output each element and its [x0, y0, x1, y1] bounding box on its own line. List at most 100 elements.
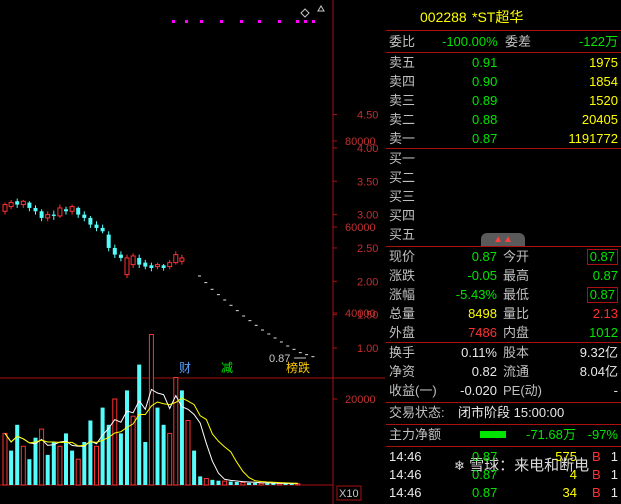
event-tag-finance[interactable]: 财 [179, 361, 191, 375]
ask-volume: 20405 [581, 112, 618, 127]
weibi-value: -100.00% [442, 34, 498, 49]
marker-dot [278, 20, 281, 23]
bid-label: 买五 [389, 227, 416, 242]
marker-dot [258, 20, 261, 23]
candle-body [143, 262, 148, 267]
ask-price: 0.88 [472, 112, 498, 127]
stat2-value: 0.82 [471, 364, 497, 379]
volume-bar [277, 483, 282, 486]
bid-label: 买二 [389, 170, 416, 185]
tick-row: 14:46 0.87 4 B 1 [386, 466, 621, 484]
diamond-icon[interactable] [300, 8, 310, 18]
candle-body [161, 265, 166, 268]
price-tick-label: 3.50 [357, 176, 378, 188]
ask-row: 卖五 0.91 1975 [386, 54, 621, 72]
stat-row: 现价 0.87 今开 0.87 [386, 248, 621, 266]
volume-bar [173, 377, 179, 486]
volume-bar [33, 437, 38, 485]
volume-bar [2, 432, 8, 486]
stat-label-2: 内盘 [503, 325, 530, 340]
volume-bar [88, 420, 93, 485]
stat-value-2: 0.87 [592, 268, 618, 283]
stat2-value: -0.020 [460, 383, 497, 398]
stat2-label-2: 流通 [503, 364, 530, 379]
price-tick-label: 2.00 [357, 276, 378, 288]
volume-bar [258, 482, 264, 486]
marker-dot [172, 20, 175, 23]
volume-bar [125, 390, 129, 485]
volume-bar [265, 483, 270, 485]
vol-tick-label: 40000 [345, 308, 376, 320]
weichai-label: 委差 [505, 34, 532, 49]
ask-price: 0.87 [472, 131, 498, 146]
stat2-value: 0.11% [461, 345, 497, 360]
tick-time: 14:46 [389, 467, 422, 482]
candle-body [167, 262, 173, 268]
candle-body [45, 214, 51, 219]
event-tag-reduce[interactable]: 减 [221, 361, 233, 375]
candle-body [57, 207, 63, 217]
marker-dot [240, 20, 243, 23]
tick-volume: 34 [562, 485, 577, 500]
stat-label-2: 量比 [503, 306, 530, 321]
ask-row: 卖三 0.89 1520 [386, 92, 621, 110]
stat2-row: 收益(一) -0.020 PE(动) - [386, 382, 621, 400]
stat-row: 总量 8498 量比 2.13 [386, 305, 621, 323]
kline-svg[interactable]: 4.504.003.503.002.502.001.501.00 8000060… [0, 0, 385, 504]
stat2-label-2: 股本 [503, 345, 530, 360]
volume-bar [70, 450, 75, 485]
stat2-label-2: PE(动) [503, 383, 543, 398]
trade-status-row: 交易状态: 闭市阶段 15:00:00 [386, 404, 621, 422]
tick-row: 14:46 0.87 34 B 1 [386, 484, 621, 502]
volume-bar [94, 445, 99, 486]
bid-row: 买一 [386, 150, 621, 168]
candle-body [112, 247, 117, 255]
candle-body [155, 264, 160, 268]
volume-bar [100, 407, 105, 485]
volume-bar [82, 442, 87, 485]
candle-body [94, 224, 99, 228]
stat-label: 涨幅 [389, 287, 416, 302]
volume-bar [228, 481, 233, 485]
stat-value-2: 0.87 [586, 249, 618, 265]
tick-row: 14:46 0.87 575 B 1 [386, 448, 621, 466]
volume-bar [234, 481, 239, 485]
stat-value-2: 2.13 [592, 306, 618, 321]
trade-status-value: 闭市阶段 15:00:00 [458, 405, 565, 420]
tick-side: B [592, 485, 601, 500]
volume-bar [75, 458, 81, 486]
tick-time: 14:46 [389, 449, 422, 464]
triangle-icon[interactable] [317, 5, 325, 12]
candle-body [64, 209, 68, 212]
volume-bar [216, 480, 221, 485]
candle-body [106, 234, 111, 248]
bid-label: 买三 [389, 189, 416, 204]
price-tick-label: 2.50 [357, 243, 378, 255]
marker-dot [312, 20, 315, 23]
volume-bar [192, 450, 197, 485]
mainflow-row: 主力净额 -71.68万 -97% [386, 426, 621, 444]
weibi-label: 委比 [389, 34, 416, 49]
stock-header: 002288 *ST超华 [386, 8, 621, 26]
stat-label-2: 今开 [503, 249, 530, 264]
bid-row: 买二 [386, 169, 621, 187]
tick-count: 1 [610, 485, 618, 500]
stat2-row: 换手 0.11% 股本 9.32亿 [386, 344, 621, 362]
ask-volume: 1975 [589, 55, 618, 70]
tick-price: 0.87 [472, 467, 498, 482]
candle-body [118, 254, 123, 258]
bid-row: 买五 [386, 226, 621, 244]
candle-body [8, 202, 14, 208]
marker-dot [220, 20, 223, 23]
stat-row: 涨跌 -0.05 最高 0.87 [386, 267, 621, 285]
divider [386, 424, 621, 425]
candle-body [69, 206, 75, 212]
stat-label: 现价 [389, 249, 416, 264]
kline-chart-area[interactable]: 4.50 4.00 3.50 3.00 2.50 2.00 1.50 1.00 80000 60… [0, 0, 385, 504]
event-tag-drop-list[interactable]: 榜跌 [286, 360, 310, 375]
stat-label: 总量 [389, 306, 416, 321]
volume-bar [240, 481, 246, 486]
mainflow-pct: -97% [587, 427, 618, 442]
stat2-value-2: 9.32亿 [579, 345, 618, 360]
ask-price: 0.89 [472, 93, 498, 108]
